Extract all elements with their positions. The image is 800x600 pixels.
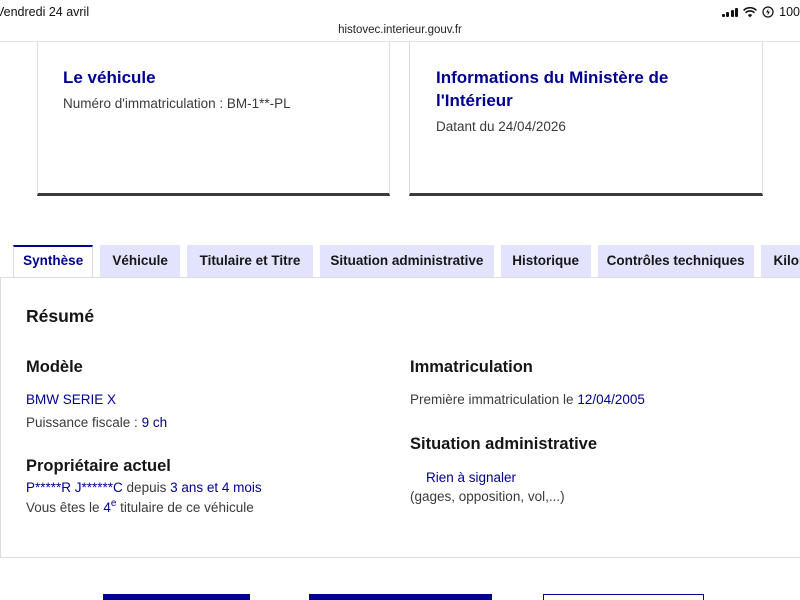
owner-since-label: depuis — [122, 480, 171, 495]
tab-kilometrage[interactable]: Kilométrage — [760, 245, 800, 278]
tab-titulaire-et-titre[interactable]: Titulaire et Titre — [186, 245, 314, 278]
owner-rank: Vous êtes le 4e titulaire de ce véhicule — [26, 498, 254, 515]
owner-info: P*****R J******C depuis 3 ans et 4 mois — [26, 480, 262, 495]
action-button-2[interactable] — [309, 594, 492, 600]
admin-status-details: (gages, opposition, vol,...) — [410, 489, 565, 504]
action-button-3[interactable] — [543, 594, 704, 600]
status-icons: 100 — [721, 5, 800, 19]
registration-heading: Immatriculation — [410, 358, 533, 376]
tab-situation-administrative[interactable]: Situation administrative — [320, 245, 494, 278]
tab-synthese[interactable]: Synthèse — [13, 245, 94, 278]
first-registration: Première immatriculation le 12/04/2005 — [410, 392, 645, 407]
tab-bar: Synthèse Véhicule Titulaire et Titre Sit… — [13, 245, 800, 278]
battery-percentage: 100 — [779, 5, 800, 19]
status-date: Vendredi 24 avril — [0, 5, 90, 19]
tab-historique[interactable]: Historique — [500, 245, 591, 278]
owner-name: P*****R J******C — [26, 480, 123, 495]
summary-panel: Résumé Modèle BMW SERIE X Puissance fisc… — [0, 277, 800, 558]
status-bar: Vendredi 24 avril 100 — [0, 0, 800, 24]
vehicle-card: Le véhicule Numéro d'immatriculation : B… — [37, 42, 390, 196]
first-registration-date: 12/04/2005 — [577, 392, 645, 407]
admin-status-heading: Situation administrative — [410, 435, 598, 453]
ministry-card: Informations du Ministère de l'Intérieur… — [409, 42, 763, 196]
owner-rank-suffix: titulaire de ce véhicule — [116, 500, 254, 515]
fiscal-power-label: Puissance fiscale : — [26, 415, 142, 430]
action-button-1[interactable] — [103, 594, 250, 600]
model-name: BMW SERIE X — [26, 392, 117, 407]
vehicle-card-title: Le véhicule — [63, 68, 156, 87]
model-heading: Modèle — [26, 358, 83, 376]
cellular-signal-icon — [721, 7, 739, 17]
fiscal-power: Puissance fiscale : 9 ch — [26, 415, 167, 430]
summary-title: Résumé — [26, 306, 95, 326]
owner-rank-number: 4 — [103, 500, 111, 515]
owner-heading: Propriétaire actuel — [26, 457, 171, 475]
first-registration-label: Première immatriculation le — [410, 392, 578, 407]
report-date: Datant du 24/04/2026 — [436, 119, 566, 134]
ministry-card-title: Informations du Ministère de l'Intérieur — [436, 68, 669, 110]
tab-vehicule[interactable]: Véhicule — [100, 245, 180, 278]
fiscal-power-value: 9 ch — [141, 415, 168, 430]
owner-since-value: 3 ans et 4 mois — [170, 480, 262, 495]
tab-controles-techniques[interactable]: Contrôles techniques — [597, 245, 754, 278]
battery-charging-icon — [762, 6, 774, 18]
owner-rank-prefix: Vous êtes le — [26, 500, 104, 515]
admin-status-value: Rien à signaler — [426, 470, 517, 485]
url-bar[interactable]: histovec.interieur.gouv.fr — [0, 24, 800, 36]
wifi-icon — [743, 6, 758, 17]
registration-number: Numéro d'immatriculation : BM-1**-PL — [63, 96, 291, 111]
